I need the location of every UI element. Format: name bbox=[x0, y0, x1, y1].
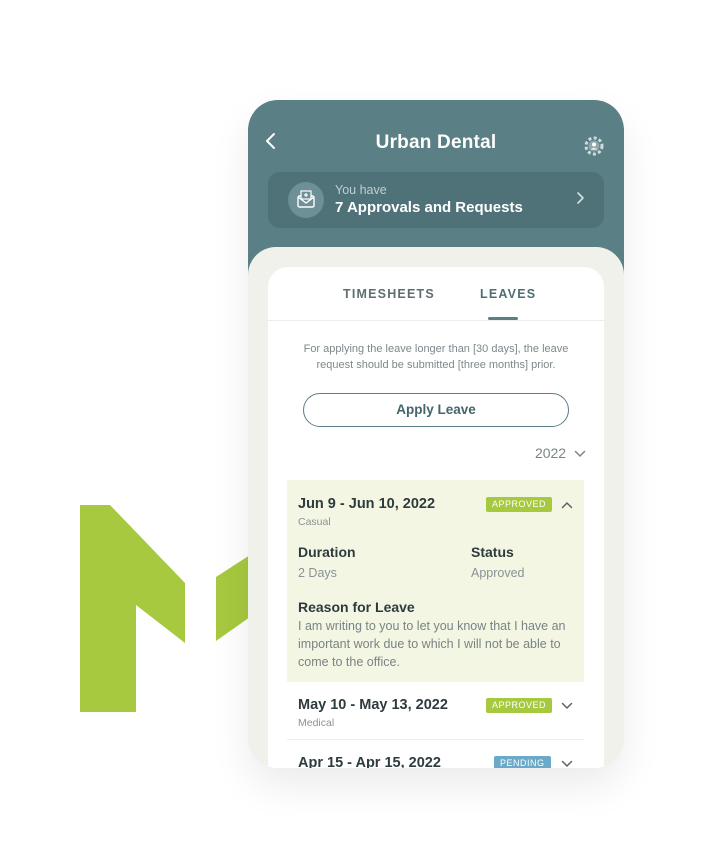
year-filter-select[interactable]: 2022 bbox=[535, 445, 586, 461]
phone-screen: Urban Dental You have 7 Approvals and Re… bbox=[248, 100, 624, 768]
status-badge: APPROVED bbox=[486, 698, 553, 713]
duration-value: 2 Days bbox=[298, 566, 337, 580]
status-label: Status bbox=[471, 544, 514, 560]
approvals-count-text: 7 Approvals and Requests bbox=[335, 199, 523, 216]
chevron-down-icon bbox=[574, 447, 586, 461]
tab-timesheets[interactable]: TIMESHEETS bbox=[343, 287, 435, 301]
chevron-down-icon[interactable] bbox=[559, 756, 575, 768]
leaves-panel: TIMESHEETS LEAVES For applying the leave… bbox=[268, 267, 604, 768]
apply-leave-button[interactable]: Apply Leave bbox=[303, 393, 569, 427]
chevron-right-icon bbox=[576, 190, 586, 211]
status-value: Approved bbox=[471, 566, 525, 580]
approvals-card[interactable]: You have 7 Approvals and Requests bbox=[268, 172, 604, 228]
reason-label: Reason for Leave bbox=[298, 599, 415, 615]
gear-icon[interactable] bbox=[582, 134, 606, 158]
leave-item[interactable]: Apr 15 - Apr 15, 2022 PENDING bbox=[287, 740, 584, 768]
leave-type: Casual bbox=[298, 516, 331, 528]
active-tab-indicator bbox=[488, 317, 518, 320]
year-filter-value: 2022 bbox=[534, 445, 567, 461]
leave-dates: Jun 9 - Jun 10, 2022 bbox=[298, 496, 436, 512]
leave-dates: Apr 15 - Apr 15, 2022 bbox=[298, 755, 441, 768]
page-title: Urban Dental bbox=[375, 132, 497, 153]
leave-item-expanded[interactable]: Jun 9 - Jun 10, 2022 Casual APPROVED Dur… bbox=[287, 480, 584, 682]
leave-dates: May 10 - May 13, 2022 bbox=[298, 697, 448, 713]
leave-policy-notice: For applying the leave longer than [30 d… bbox=[303, 343, 569, 371]
approvals-kicker: You have bbox=[335, 183, 387, 197]
envelope-icon bbox=[288, 182, 324, 218]
duration-label: Duration bbox=[298, 544, 356, 560]
reason-text: I am writing to you to let you know that… bbox=[298, 619, 566, 669]
chevron-down-icon[interactable] bbox=[559, 698, 575, 714]
tab-leaves[interactable]: LEAVES bbox=[480, 287, 536, 301]
status-badge: PENDING bbox=[494, 756, 551, 768]
tab-bar: TIMESHEETS LEAVES bbox=[268, 267, 604, 321]
status-badge: APPROVED bbox=[486, 497, 553, 512]
leave-item[interactable]: May 10 - May 13, 2022 Medical APPROVED bbox=[287, 682, 584, 740]
brand-logo bbox=[80, 505, 250, 712]
leave-type: Medical bbox=[298, 717, 335, 729]
chevron-up-icon[interactable] bbox=[559, 497, 575, 513]
